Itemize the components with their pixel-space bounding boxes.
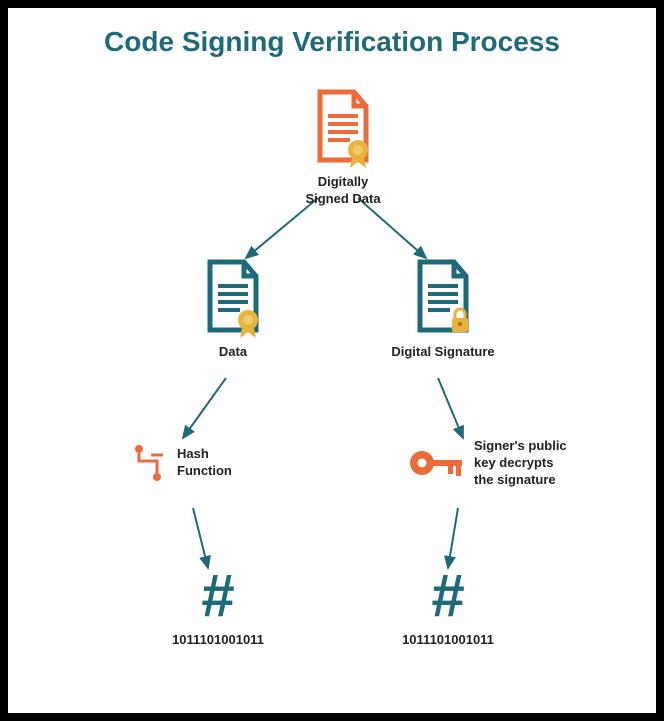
hash-value-left: 1011101001011 [163, 632, 273, 647]
label-key: Signer's public key decrypts the signatu… [474, 438, 584, 489]
hash-value-right: 1011101001011 [393, 632, 503, 647]
page-title: Code Signing Verification Process [8, 8, 656, 58]
label-signature: Digital Signature [378, 344, 508, 361]
label-data: Data [183, 344, 283, 361]
hash-icon: # [418, 568, 478, 628]
document-data-icon [198, 258, 268, 338]
hash-icon: # [188, 568, 248, 628]
node-key: Signer's public key decrypts the signatu… [408, 438, 584, 489]
node-hash-left: # 1011101001011 [163, 568, 273, 647]
svg-text:#: # [201, 568, 234, 628]
node-data: Data [183, 258, 283, 361]
key-icon [408, 445, 464, 481]
label-signed-data: Digitally Signed Data [298, 174, 388, 208]
node-signed-data: Digitally Signed Data [298, 88, 388, 208]
diagram-canvas: Digitally Signed Data Data [8, 58, 656, 703]
diagram-frame: Code Signing Verification Process [8, 8, 656, 713]
document-signed-icon [308, 88, 378, 168]
node-hash-function: Hash Function [133, 443, 232, 483]
hash-function-icon [133, 443, 167, 483]
node-signature: Digital Signature [378, 258, 508, 361]
svg-text:#: # [431, 568, 464, 628]
node-hash-right: # 1011101001011 [393, 568, 503, 647]
document-signature-icon [408, 258, 478, 338]
label-hash-function: Hash Function [177, 446, 232, 480]
